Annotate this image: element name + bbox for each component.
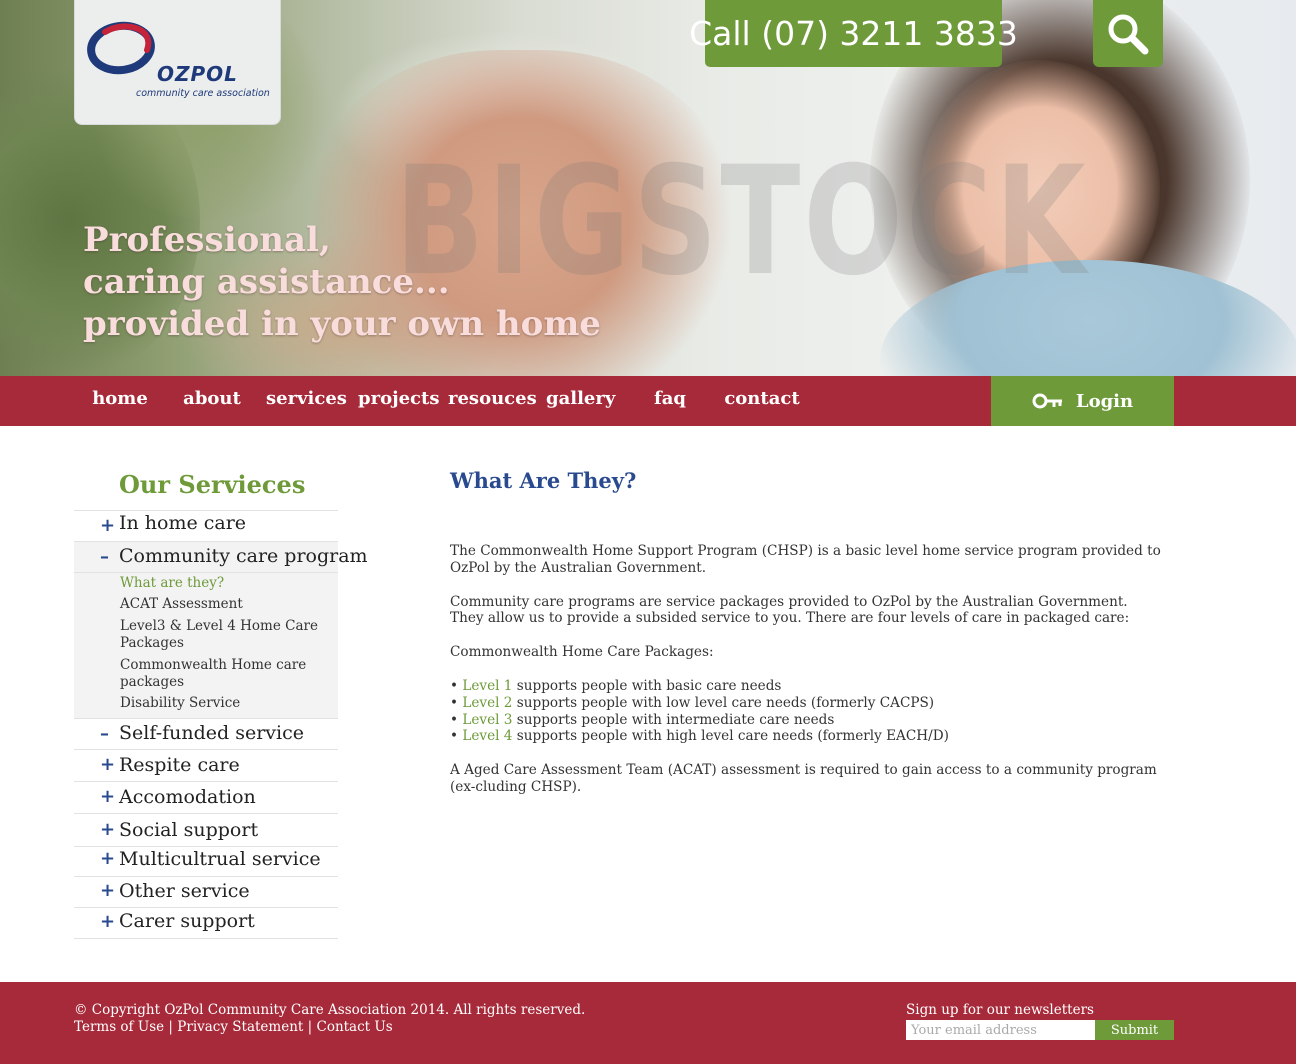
level-list-item: • Level 2 supports people with low level… [450, 694, 935, 711]
site-logo[interactable]: OZPOL community care association [74, 0, 281, 125]
call-phone-button[interactable]: Call (07) 3211 3833 [689, 0, 1018, 67]
plus-icon[interactable]: + [100, 786, 115, 807]
nav-resources[interactable]: resouces [448, 376, 537, 426]
nav-services[interactable]: services [266, 376, 347, 426]
sidebar-divider [74, 572, 338, 573]
plus-icon[interactable]: + [100, 515, 115, 536]
sidebar-item-self-funded-service[interactable]: – Self-funded service [74, 718, 338, 749]
subitem-disability-service[interactable]: Disability Service [120, 695, 330, 712]
login-label: Login [1075, 390, 1134, 412]
subitem-level3-level4[interactable]: Level3 & Level 4 Home Care Packages [120, 618, 330, 652]
plus-icon[interactable]: + [100, 880, 115, 901]
main-content: The Commonwealth Home Support Program (C… [450, 543, 1165, 813]
sidebar-item-respite-care[interactable]: + Respite care [74, 749, 338, 781]
sidebar-item-label: Other service [119, 880, 250, 902]
paragraph-packages-heading: Commonwealth Home Care Packages: [450, 644, 714, 661]
main-nav: home about services projects resouces ga… [0, 376, 1296, 426]
sidebar-item-carer-support[interactable]: + Carer support [74, 907, 338, 938]
sidebar-item-label: Carer support [119, 910, 255, 932]
plus-icon[interactable]: + [100, 848, 115, 869]
level-list-item: • Level 4 supports people with high leve… [450, 728, 949, 745]
plus-icon[interactable]: + [100, 819, 115, 840]
nav-projects[interactable]: projects [358, 376, 439, 426]
privacy-link[interactable]: Privacy Statement [177, 1019, 303, 1035]
level-3-link[interactable]: Level 3 [462, 712, 512, 728]
level-2-link[interactable]: Level 2 [462, 695, 512, 711]
logo-subtitle: community care association [136, 88, 270, 99]
subitem-acat-assessment[interactable]: ACAT Assessment [120, 596, 330, 613]
search-button[interactable] [1093, 0, 1163, 67]
tagline-line-3: provided in your own home [83, 304, 601, 344]
minus-icon[interactable]: – [100, 723, 109, 744]
sidebar-title: Our Servieces [119, 470, 306, 499]
newsletter-submit-button[interactable]: Submit [1095, 1020, 1174, 1040]
sidebar-item-multicultural-service[interactable]: + Multicultrual service [74, 846, 338, 876]
nav-faq[interactable]: faq [646, 376, 694, 426]
sidebar-item-accomodation[interactable]: + Accomodation [74, 781, 338, 813]
footer-copyright-block: © Copyright OzPol Community Care Associa… [74, 1002, 585, 1035]
level-list-item: • Level 1 supports people with basic car… [450, 677, 782, 694]
paragraph-acat: A Aged Care Assessment Team (ACAT) asses… [450, 762, 1157, 795]
sidebar-item-in-home-care[interactable]: + In home care [74, 510, 338, 541]
terms-link[interactable]: Terms of Use [74, 1019, 164, 1035]
nav-contact[interactable]: contact [724, 376, 800, 426]
subitem-what-are-they[interactable]: What are they? [120, 575, 330, 592]
sidebar-item-label: In home care [119, 512, 247, 534]
key-icon [1032, 393, 1062, 409]
tagline-line-1: Professional, [83, 220, 331, 260]
footer-links: Terms of Use | Privacy Statement | Conta… [74, 1018, 393, 1035]
sidebar-item-social-support[interactable]: + Social support [74, 813, 338, 846]
sidebar-item-community-care-program[interactable]: – Community care program [74, 541, 368, 573]
sidebar-divider [74, 938, 338, 939]
sidebar-item-label: Multicultrual service [119, 848, 321, 870]
sidebar-item-label: Social support [119, 819, 259, 841]
newsletter-label: Sign up for our newsletters [906, 1002, 1094, 1018]
paragraph-community-care: Community care programs are service pack… [450, 593, 1130, 627]
subitem-commonwealth-home-care[interactable]: Commonwealth Home care packages [120, 657, 330, 691]
sidebar-item-label: Community care program [119, 545, 368, 567]
level-1-link[interactable]: Level 1 [462, 678, 512, 694]
nav-home[interactable]: home [86, 376, 154, 426]
logo-name: OZPOL [157, 62, 238, 86]
page-title: What Are They? [450, 468, 637, 493]
search-icon [1108, 14, 1149, 54]
sidebar-item-label: Accomodation [119, 786, 256, 808]
newsletter-email-input[interactable] [906, 1020, 1095, 1040]
tagline-line-2: caring assistance... [83, 262, 450, 302]
sidebar-item-label: Respite care [119, 754, 240, 776]
plus-icon[interactable]: + [100, 754, 115, 775]
nav-gallery[interactable]: gallery [546, 376, 615, 426]
minus-icon[interactable]: – [100, 546, 109, 567]
level-list: • Level 1 supports people with basic car… [450, 678, 1165, 745]
sidebar-item-other-service[interactable]: + Other service [74, 876, 338, 907]
level-4-link[interactable]: Level 4 [462, 728, 512, 744]
level-list-item: • Level 3 supports people with intermedi… [450, 711, 835, 728]
paragraph-chsp: The Commonwealth Home Support Program (C… [450, 543, 1161, 576]
plus-icon[interactable]: + [100, 911, 115, 932]
logo-swirl-icon [87, 21, 155, 75]
contact-link[interactable]: Contact Us [316, 1019, 392, 1035]
sidebar-item-label: Self-funded service [119, 722, 304, 744]
copyright-text: © Copyright OzPol Community Care Associa… [74, 1002, 586, 1018]
nav-about[interactable]: about [178, 376, 246, 426]
hero-tagline: Professional, caring assistance... provi… [83, 219, 601, 345]
login-button[interactable]: Login [991, 376, 1174, 426]
